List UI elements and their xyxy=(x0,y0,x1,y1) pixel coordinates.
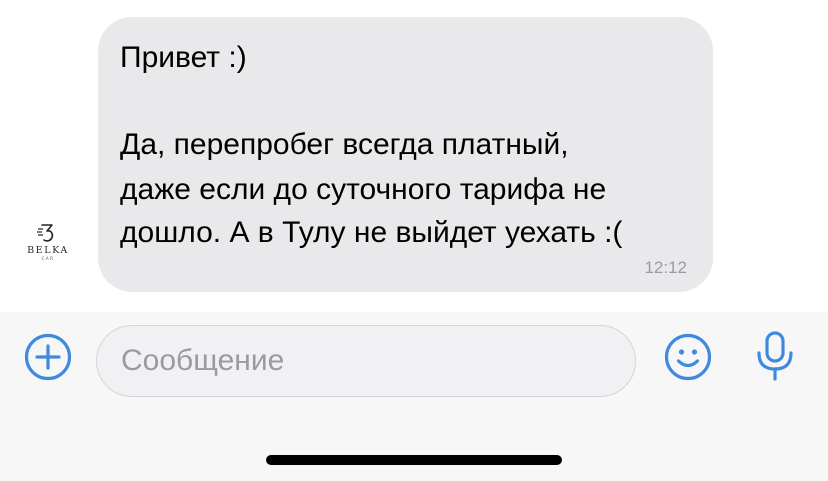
voice-message-button[interactable] xyxy=(752,328,798,386)
home-indicator[interactable] xyxy=(266,455,562,465)
avatar-brand-subtitle: CAR xyxy=(41,256,55,261)
microphone-icon xyxy=(757,331,793,381)
message-line-5: дошло. А в Тулу не выйдет уехать :( xyxy=(120,216,623,249)
message-composer-bar xyxy=(0,312,828,481)
incoming-message-bubble[interactable]: Привет :) Да, перепробег всегда платный,… xyxy=(98,17,713,292)
message-line-3: Да, перепробег всегда платный, xyxy=(120,128,569,161)
emoji-button[interactable] xyxy=(662,331,714,383)
message-timestamp: 12:12 xyxy=(644,258,687,277)
message-line-1: Привет :) xyxy=(120,41,247,74)
plus-circle-icon xyxy=(24,333,72,381)
belka-logo-icon xyxy=(37,224,54,242)
smile-icon xyxy=(664,333,712,381)
message-input[interactable] xyxy=(96,325,636,397)
message-line-4: даже если до суточного тарифа не xyxy=(120,173,607,206)
attach-button[interactable] xyxy=(22,331,74,383)
chat-history: BELKA CAR Привет :) Да, перепробег всегд… xyxy=(0,0,828,312)
avatar-brand-name: BELKA xyxy=(27,245,69,256)
avatar[interactable]: BELKA CAR xyxy=(14,222,82,290)
